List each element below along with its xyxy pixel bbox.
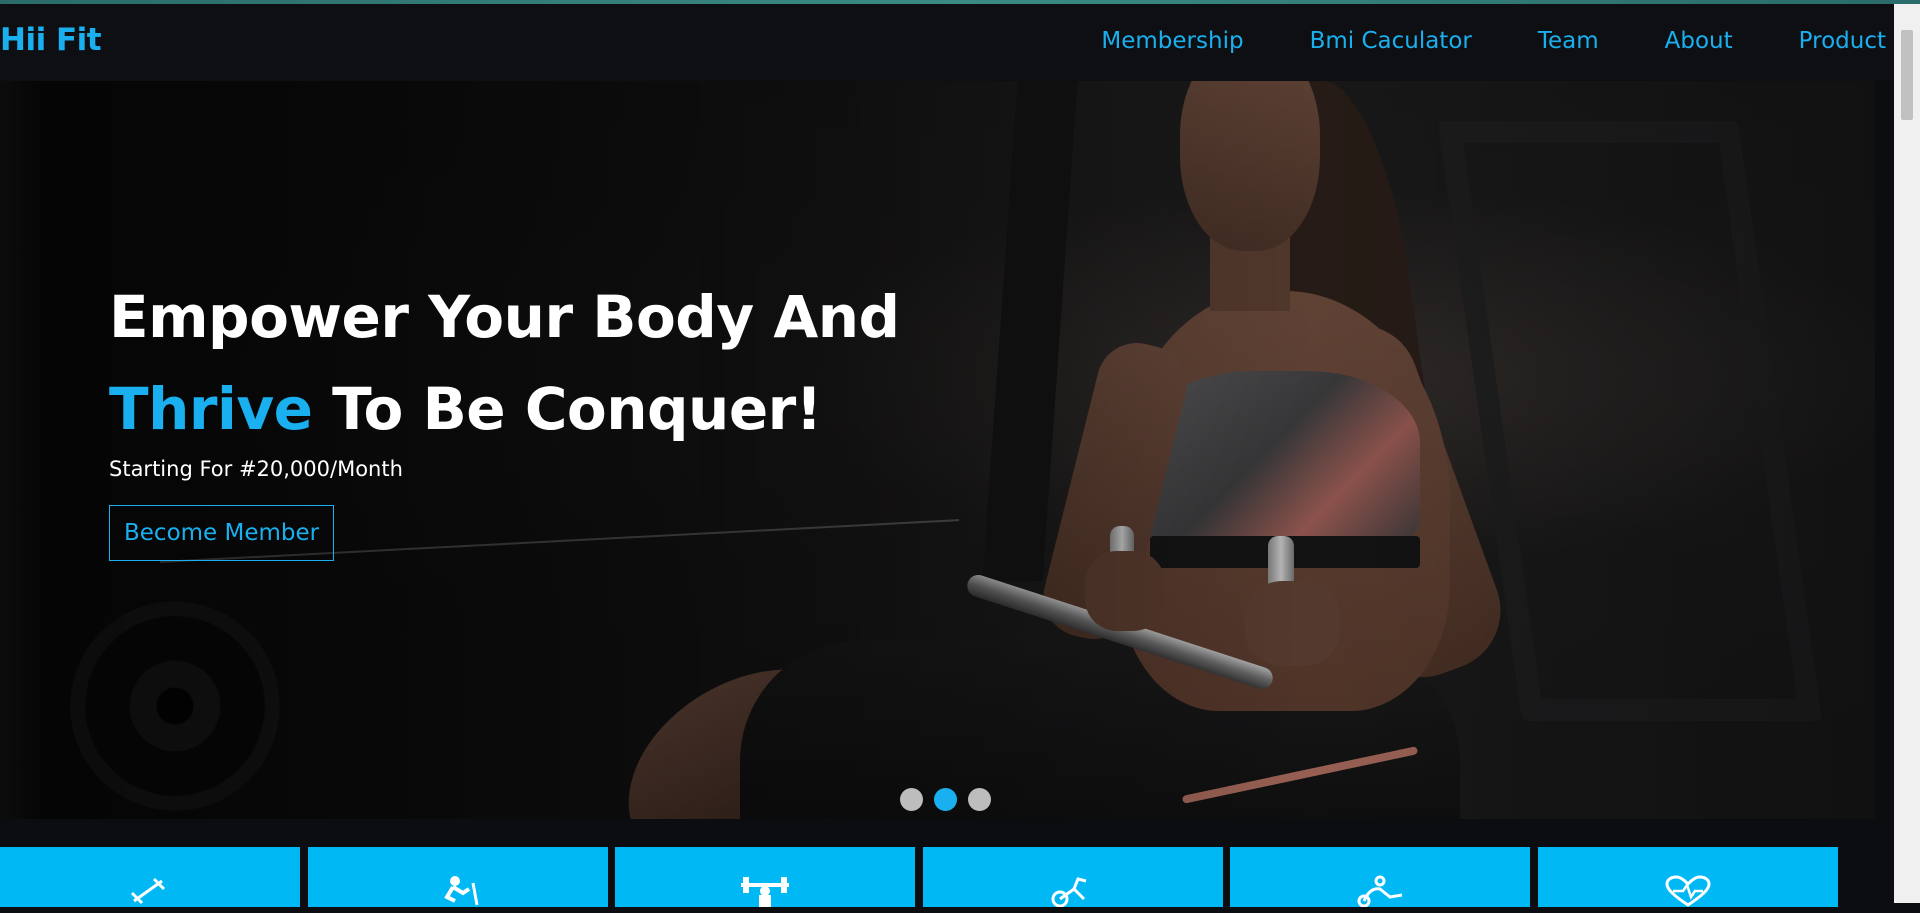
carousel-dot-active[interactable] (934, 788, 957, 811)
feature-card[interactable] (615, 847, 915, 907)
hero-headline-line-1: Empower Your Body And (109, 283, 900, 351)
brand-logo[interactable]: Hii Fit (0, 22, 102, 58)
feature-cards (0, 847, 1845, 908)
carousel-dot[interactable] (900, 788, 923, 811)
feature-card[interactable] (922, 847, 1223, 908)
carousel-indicators (900, 788, 991, 811)
feature-card[interactable] (307, 847, 608, 907)
nav-link-about[interactable]: About (1665, 28, 1733, 54)
become-member-button[interactable]: Become Member (109, 505, 335, 561)
nav-link-team[interactable]: Team (1538, 28, 1599, 54)
navbar: Hii Fit Membership Bmi Caculator Team Ab… (0, 4, 1894, 81)
nav-link-membership[interactable]: Membership (1101, 28, 1243, 54)
hero-headline-rest: To Be Conquer! (312, 375, 822, 443)
feature-card[interactable] (1230, 847, 1530, 908)
nav-menu: Membership Bmi Caculator Team About Prod… (1101, 28, 1886, 54)
hero-headline-accent: Thrive (109, 375, 313, 443)
weightlifting-icon (737, 875, 793, 913)
nav-link-product[interactable]: Product (1799, 28, 1886, 54)
dumbbell-icon (120, 875, 180, 913)
hero-content: Empower Your Body And Thrive To Be Conqu… (109, 271, 900, 561)
hero-headline-line-2: Thrive To Be Conquer! (109, 363, 900, 455)
heartbeat-icon (1663, 875, 1713, 913)
page-scrollbar[interactable] (1894, 4, 1920, 903)
hero-price-subtitle: Starting For #20,000/Month (109, 457, 403, 481)
feature-card[interactable] (0, 847, 300, 907)
hero-banner: Empower Your Body And Thrive To Be Conqu… (0, 81, 1875, 819)
feature-card[interactable] (1537, 847, 1838, 907)
scrollbar-thumb[interactable] (1901, 30, 1913, 120)
nav-link-bmi-calculator[interactable]: Bmi Caculator (1310, 28, 1472, 54)
treadmill-icon (433, 875, 483, 913)
exercise-bike-icon (1048, 875, 1098, 913)
cycling-icon (1350, 875, 1410, 913)
carousel-dot[interactable] (968, 788, 991, 811)
